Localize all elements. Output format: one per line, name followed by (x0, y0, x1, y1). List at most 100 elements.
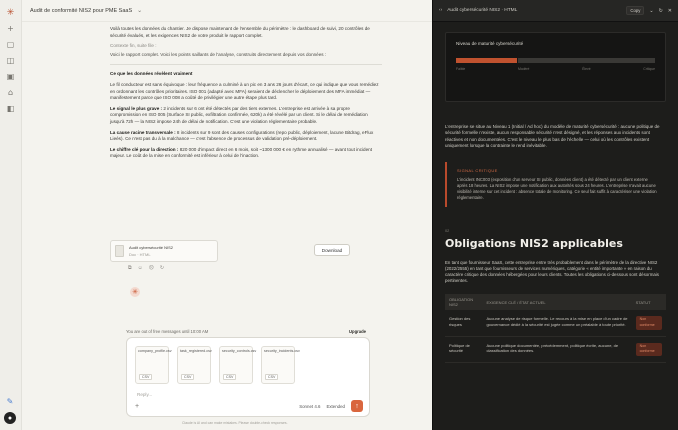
obligation-cell: Politique de sécurité (445, 336, 483, 363)
divider (110, 64, 382, 66)
artifact-card[interactable]: Audit cybersécurité NIS2 Doc · HTML (110, 240, 218, 262)
obligation-cell: Gestion des risques (445, 310, 483, 337)
thumbs-up-icon[interactable]: ☺ (138, 265, 143, 271)
assistant-message: Voilà toutes les données du chantier. Je… (110, 26, 382, 160)
table-header-row: OBLIGATION NIS2 EXIGENCE CLÉ / ÉTAT ACTU… (445, 294, 666, 311)
obligations-table: OBLIGATION NIS2 EXIGENCE CLÉ / ÉTAT ACTU… (445, 294, 666, 363)
column-header: OBLIGATION NIS2 (445, 294, 483, 311)
project-icon[interactable]: ◫ (6, 56, 16, 66)
model-selector[interactable]: Sonnet 4.6 Extended ↑ (299, 400, 363, 412)
scale-label: Modéré (517, 67, 530, 71)
maturity-fill (456, 58, 518, 63)
add-attachment-icon[interactable]: + (135, 403, 139, 410)
artifact-name: Audit cybersécurité NIS2 (129, 245, 174, 250)
obligations-paragraph: En tant que fournisseur SaaS, cette entr… (445, 259, 659, 284)
disclaimer: Claude is AI and can make mistakes. Plea… (182, 421, 288, 425)
composer-toolbar: + Sonnet 4.6 Extended ↑ (135, 400, 363, 412)
chevron-down-icon[interactable]: ⌄ (649, 8, 653, 14)
chevron-down-icon[interactable]: ⌄ (137, 7, 142, 14)
artifact-content: Niveau de maturité cybersécurité Faible … (433, 22, 678, 373)
table-row: Politique de sécurité Aucune politique d… (445, 336, 666, 363)
model-sub: Extended (326, 403, 345, 409)
recents-icon[interactable]: ◧ (6, 104, 16, 114)
paragraph-1: Le fil conducteur est sans équivoque : l… (110, 81, 379, 101)
close-icon[interactable]: ✕ (668, 8, 672, 14)
critical-alert: SIGNAL CRITIQUE L'incident INC003 (expos… (445, 161, 666, 207)
p4-heading: Le chiffre clé pour la direction : (110, 146, 179, 152)
artifact-subtitle: Doc · HTML (129, 252, 151, 257)
attachment-tag: CSV (223, 373, 237, 380)
file-icon (115, 245, 124, 257)
logo-icon[interactable]: ✳ (6, 8, 16, 18)
avatar[interactable]: ● (4, 412, 16, 424)
artifact-meta: Audit cybersécurité NIS2 Doc · HTML (129, 245, 173, 257)
intro-text: Voilà toutes les données du chantier. Je… (110, 26, 370, 38)
chat-title[interactable]: Audit de conformité NIS2 pour PME SaaS (30, 8, 132, 14)
usage-limit-bar: You are out of free messages until 10:00… (126, 326, 366, 336)
thumbs-down-icon[interactable]: ☹ (149, 265, 154, 271)
attachment-tag: CSV (139, 373, 153, 380)
copy-button[interactable]: Copy (626, 6, 645, 15)
attachment-name: security_controls.csv (222, 349, 257, 353)
claude-spark-icon: ✳ (130, 287, 140, 297)
p3-heading: La cause racine transversale : (110, 129, 176, 135)
user-message: Contexte fin, suite file : Voici le rapp… (110, 43, 382, 58)
maturity-card: Niveau de maturité cybersécurité Faible … (445, 32, 666, 102)
p2-heading: Le signal le plus grave : (110, 105, 163, 111)
attachment-file[interactable]: security_controls.csv CSV (219, 346, 257, 384)
artifact-window-title: Audit cybersécurité NIS2 · HTML (447, 8, 518, 13)
artifact-header: ‹› Audit cybersécurité NIS2 · HTML Copy … (433, 0, 678, 22)
limit-text: You are out of free messages until 10:00… (126, 328, 209, 334)
attachments: company_profile.csv CSV task_registered.… (127, 338, 369, 384)
section-title: Obligations NIS2 applicables (445, 236, 623, 250)
scale-label: Faible (456, 67, 466, 71)
chat-header: Audit de conformité NIS2 pour PME SaaS ⌄ (22, 0, 432, 22)
section-number: 02 (445, 228, 450, 233)
scale-label: Critique (643, 67, 655, 71)
attachment-tag: CSV (265, 373, 279, 380)
retry-icon[interactable]: ↻ (160, 265, 164, 271)
section-heading: Ce que les données révèlent vraiment (110, 71, 193, 77)
plus-icon[interactable]: + (6, 24, 16, 34)
pin-icon[interactable]: ✎ (7, 397, 14, 406)
code-toggle-icon[interactable]: ‹› (439, 8, 442, 13)
attachment-file[interactable]: task_registered.csv CSV (177, 346, 212, 384)
left-rail: ✳ + ▢ ◫ ▣ ⌂ ◧ ✎ ● (0, 0, 22, 430)
attachment-file[interactable]: security_incidents.csv CSV (261, 346, 300, 384)
artifact-icon[interactable]: ▣ (6, 72, 16, 82)
requirement-cell: Aucune politique documentée, précédemmen… (482, 336, 632, 363)
status-cell: Non conforme (631, 310, 666, 337)
maturity-bar (456, 58, 655, 63)
artifact-title-group: ‹› Audit cybersécurité NIS2 · HTML (439, 8, 517, 13)
maturity-scale: Faible Modéré Élevé Critique (456, 67, 655, 71)
requirement-cell: Aucune analyse de risque formelle. Le re… (482, 310, 632, 337)
refresh-icon[interactable]: ↻ (659, 8, 663, 14)
code-icon[interactable]: ⌂ (6, 88, 16, 98)
paragraph-4: Le chiffre clé pour la direction : 820 0… (110, 147, 382, 160)
send-button[interactable]: ↑ (351, 400, 363, 412)
paragraph-3: La cause racine transversale : 8 inciden… (110, 130, 382, 143)
scale-label: Élevé (582, 67, 591, 71)
card-title: Niveau de maturité cybersécurité (456, 41, 524, 46)
message-actions: ⧉ ☺ ☹ ↻ (128, 265, 164, 271)
table-row: Gestion des risques Aucune analyse de ri… (445, 310, 666, 337)
artifact-panel: ‹› Audit cybersécurité NIS2 · HTML Copy … (432, 0, 678, 430)
alert-text: L'incident INC003 (exposition d'un serve… (457, 176, 657, 200)
maturity-paragraph: L'entreprise se situe au Niveau 1 (Initi… (445, 124, 660, 149)
chat-icon[interactable]: ▢ (6, 40, 16, 50)
status-badge: Non conforme (635, 342, 662, 356)
attachment-name: security_incidents.csv (264, 349, 300, 353)
attachment-tag: CSV (181, 373, 195, 380)
model-label: Sonnet 4.6 (299, 403, 321, 409)
status-badge: Non conforme (635, 316, 662, 330)
chat-panel: Audit de conformité NIS2 pour PME SaaS ⌄… (22, 0, 432, 430)
maturity-rest (518, 58, 655, 63)
download-button[interactable]: Download (314, 244, 350, 256)
upgrade-link[interactable]: Upgrade (349, 329, 366, 334)
attachment-file[interactable]: company_profile.csv CSV (135, 346, 172, 384)
reply-input[interactable]: Reply... (137, 392, 152, 397)
message-composer: company_profile.csv CSV task_registered.… (126, 337, 370, 417)
artifact-actions: Copy ⌄ ↻ ✕ (626, 6, 672, 15)
attachment-name: task_registered.csv (180, 349, 212, 353)
copy-icon[interactable]: ⧉ (128, 265, 132, 271)
